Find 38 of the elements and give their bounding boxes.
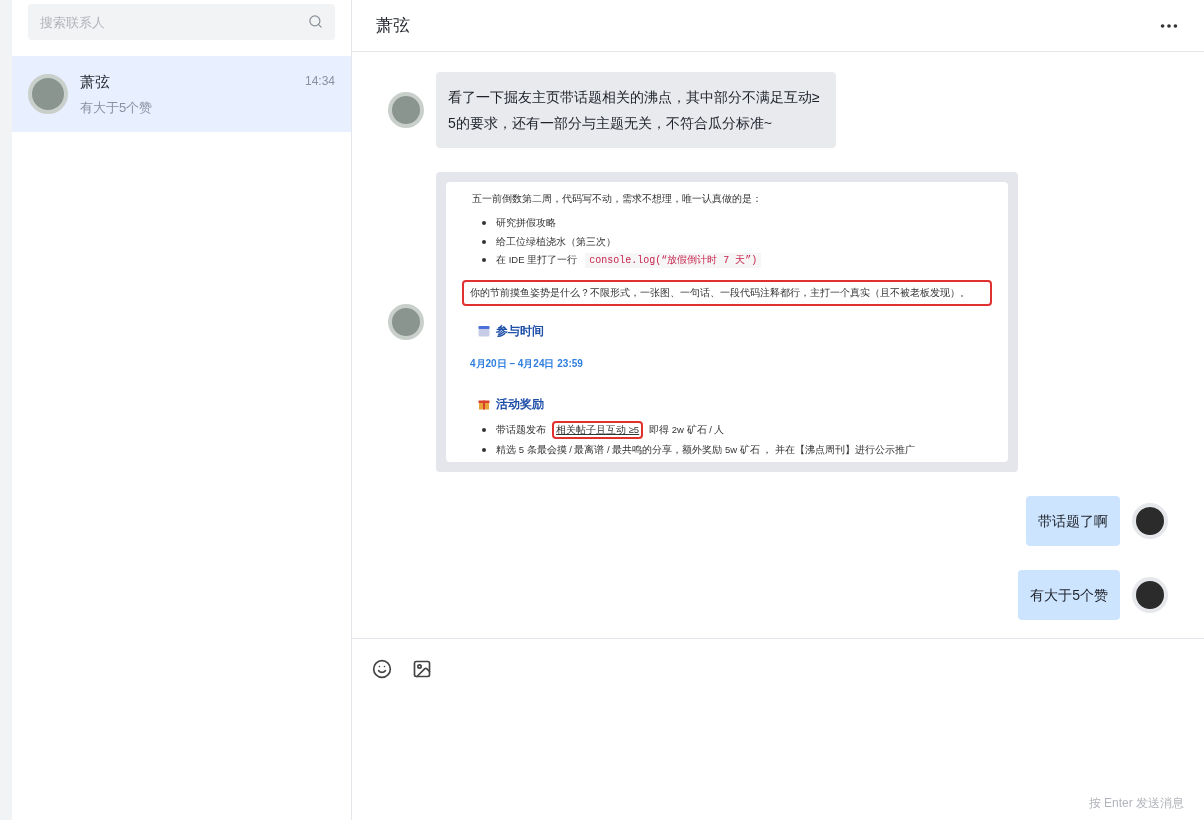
- message-time: 14:34: [304, 73, 335, 90]
- highlighted-text: 相关帖子且互动 ≥5: [552, 421, 644, 440]
- section-heading: 参与时间: [496, 323, 544, 340]
- bullet-icon: [482, 239, 486, 244]
- contact-item[interactable]: 萧弦 有大于5个赞 14:34: [12, 56, 351, 132]
- avatar: [28, 74, 68, 114]
- text: 在 IDE 里打了一行: [496, 253, 578, 268]
- paragraph: 五一前倒数第二周，代码写不动，需求不想理，唯一认真做的是：: [471, 192, 763, 206]
- text: 精选 5 条最会摸 / 最离谱 / 最共鸣的分享，额外奖励 5w 矿石 ， 并在【沸点周刊】进行公示推广: [496, 443, 916, 458]
- search-icon: [308, 14, 323, 29]
- image-icon[interactable]: [412, 659, 432, 679]
- code-snippet: console.log(“放假倒计时 7 天”): [585, 252, 762, 268]
- text: 研究拼假攻略: [496, 216, 556, 231]
- bullet-icon: [482, 428, 486, 433]
- search-field[interactable]: 搜索联系人: [28, 4, 335, 40]
- text: 即得 2w 矿石 / 人: [649, 423, 725, 437]
- section-heading: 活动奖励: [496, 396, 544, 413]
- message-bubble: 看了一下掘友主页带话题相关的沸点，其中部分不满足互动≥ 5的要求，还有一部分与主题无关，不符合瓜分标准~: [436, 72, 836, 148]
- chat-title: 萧弦: [376, 14, 410, 37]
- message-bubble: 带话题了啊: [1026, 495, 1120, 546]
- message-preview: 有大于5个赞: [80, 98, 154, 117]
- highlighted-paragraph: 你的节前摸鱼姿势是什么？不限形式，一张图、一句话、一段代码注释都行，主打一个真实（且不被老板发现）。: [462, 279, 992, 306]
- gift-icon: [478, 398, 490, 410]
- contact-name: 萧弦: [80, 72, 111, 92]
- bullet-icon: [482, 258, 486, 263]
- bullet-icon: [482, 221, 486, 226]
- avatar: [1132, 502, 1168, 539]
- emoji-icon[interactable]: [372, 659, 392, 679]
- text: 带话题发布: [496, 423, 546, 437]
- avatar: [1132, 576, 1168, 613]
- avatar: [388, 303, 424, 340]
- text: 给工位绿植浇水（第三次）: [496, 234, 616, 249]
- calendar-icon: [478, 325, 490, 337]
- send-hint: 按 Enter 发送消息: [1088, 795, 1184, 812]
- date-range: 4月20日 – 4月24日 23:59: [470, 357, 584, 371]
- bullet-icon: [482, 448, 486, 453]
- avatar: [388, 92, 424, 128]
- message-bubble: 有大于5个赞: [1018, 569, 1120, 620]
